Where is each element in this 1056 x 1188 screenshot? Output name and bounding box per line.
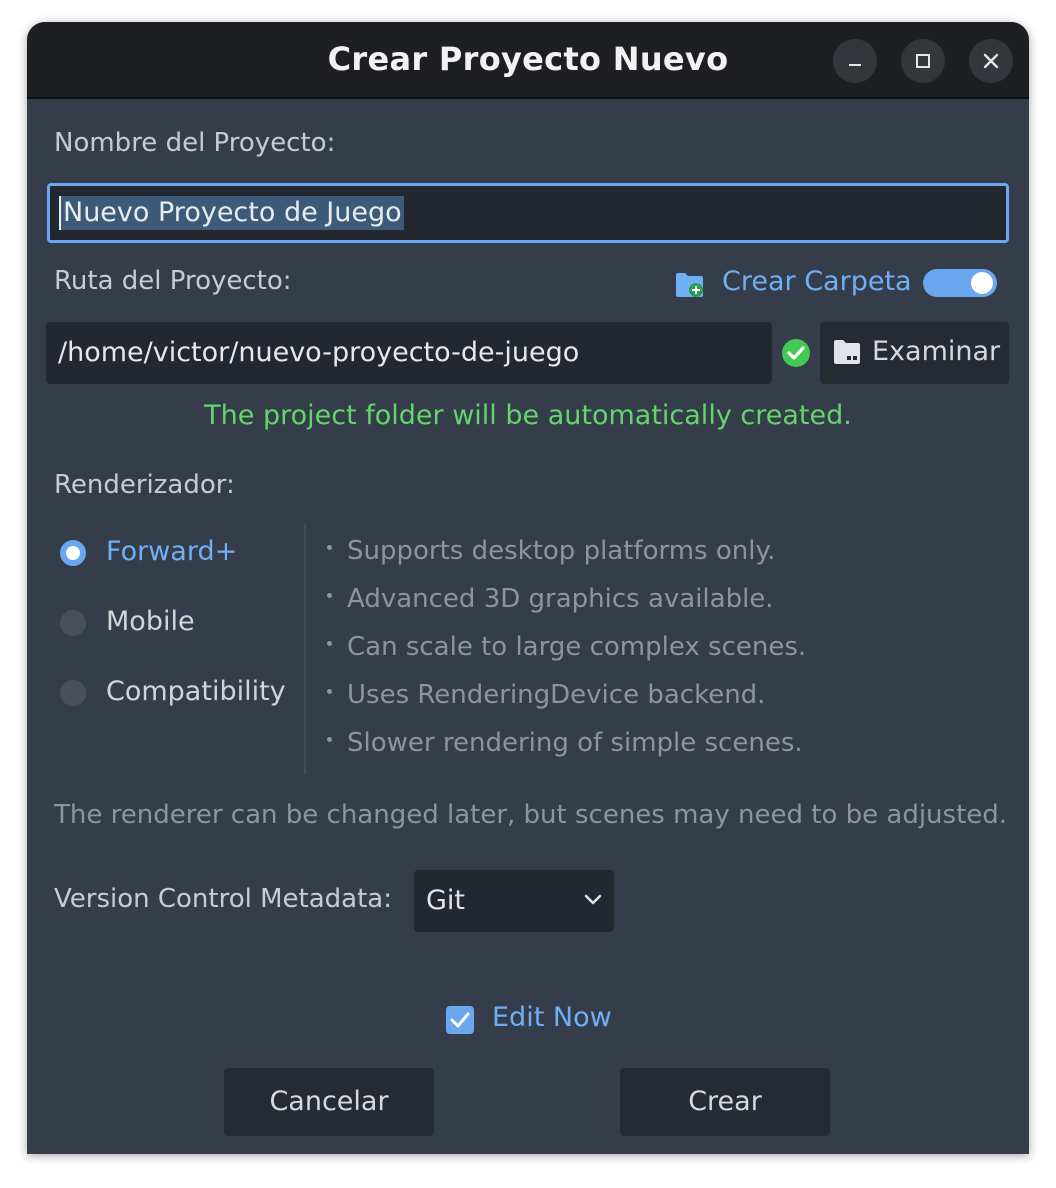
close-icon	[983, 53, 999, 69]
vcs-label: Version Control Metadata:	[54, 884, 392, 914]
path-status-message: The project folder will be automatically…	[204, 400, 852, 431]
renderer-option-compatibility[interactable]: Compatibility	[106, 676, 286, 707]
renderer-note: The renderer can be changed later, but s…	[54, 800, 1008, 830]
folder-add-icon	[676, 273, 703, 297]
renderer-option-forward-plus[interactable]: Forward+	[106, 536, 237, 567]
create-folder-toggle[interactable]	[923, 269, 997, 297]
create-button[interactable]: Crear	[620, 1068, 830, 1136]
success-check-icon	[782, 339, 810, 367]
edit-now-label[interactable]: Edit Now	[492, 1002, 612, 1033]
renderer-divider	[304, 524, 306, 774]
browse-button[interactable]: Examinar	[820, 322, 1009, 384]
title-bar[interactable]: Crear Proyecto Nuevo	[27, 22, 1029, 99]
project-name-value: Nuevo Proyecto de Juego	[59, 196, 404, 230]
vcs-select[interactable]: Git	[414, 870, 614, 932]
create-folder-label[interactable]: Crear Carpeta	[722, 266, 912, 297]
radio-forward-plus[interactable]	[60, 540, 86, 566]
project-name-input[interactable]: Nuevo Proyecto de Juego	[47, 183, 1009, 243]
minimize-icon	[849, 64, 861, 66]
browse-label: Examinar	[872, 336, 1001, 367]
radio-mobile[interactable]	[60, 610, 86, 636]
window-title: Crear Proyecto Nuevo	[327, 40, 729, 78]
folder-browse-icon	[834, 340, 860, 364]
vcs-selected-value: Git	[426, 885, 466, 916]
maximize-icon	[916, 54, 930, 68]
renderer-option-mobile[interactable]: Mobile	[106, 606, 195, 637]
renderer-feature-item: Advanced 3D graphics available.	[327, 584, 774, 614]
renderer-label: Renderizador:	[54, 470, 235, 500]
toggle-knob	[971, 272, 993, 294]
renderer-feature-item: Can scale to large complex scenes.	[327, 632, 806, 662]
edit-now-checkbox[interactable]	[446, 1006, 474, 1034]
close-button[interactable]	[969, 39, 1013, 83]
chevron-down-icon	[584, 894, 602, 905]
project-path-input[interactable]: /home/victor/nuevo-proyecto-de-juego	[46, 322, 772, 384]
renderer-feature-item: Slower rendering of simple scenes.	[327, 728, 803, 758]
create-project-dialog: Crear Proyecto Nuevo Nombre del Proyecto…	[27, 22, 1029, 1154]
radio-compatibility[interactable]	[60, 680, 86, 706]
renderer-feature-item: Supports desktop platforms only.	[327, 536, 775, 566]
maximize-button[interactable]	[901, 39, 945, 83]
project-name-label: Nombre del Proyecto:	[54, 128, 336, 158]
checkmark-icon	[450, 1012, 470, 1028]
renderer-feature-item: Uses RenderingDevice backend.	[327, 680, 765, 710]
minimize-button[interactable]	[833, 39, 877, 83]
cancel-button[interactable]: Cancelar	[224, 1068, 434, 1136]
project-path-label: Ruta del Proyecto:	[54, 266, 292, 296]
